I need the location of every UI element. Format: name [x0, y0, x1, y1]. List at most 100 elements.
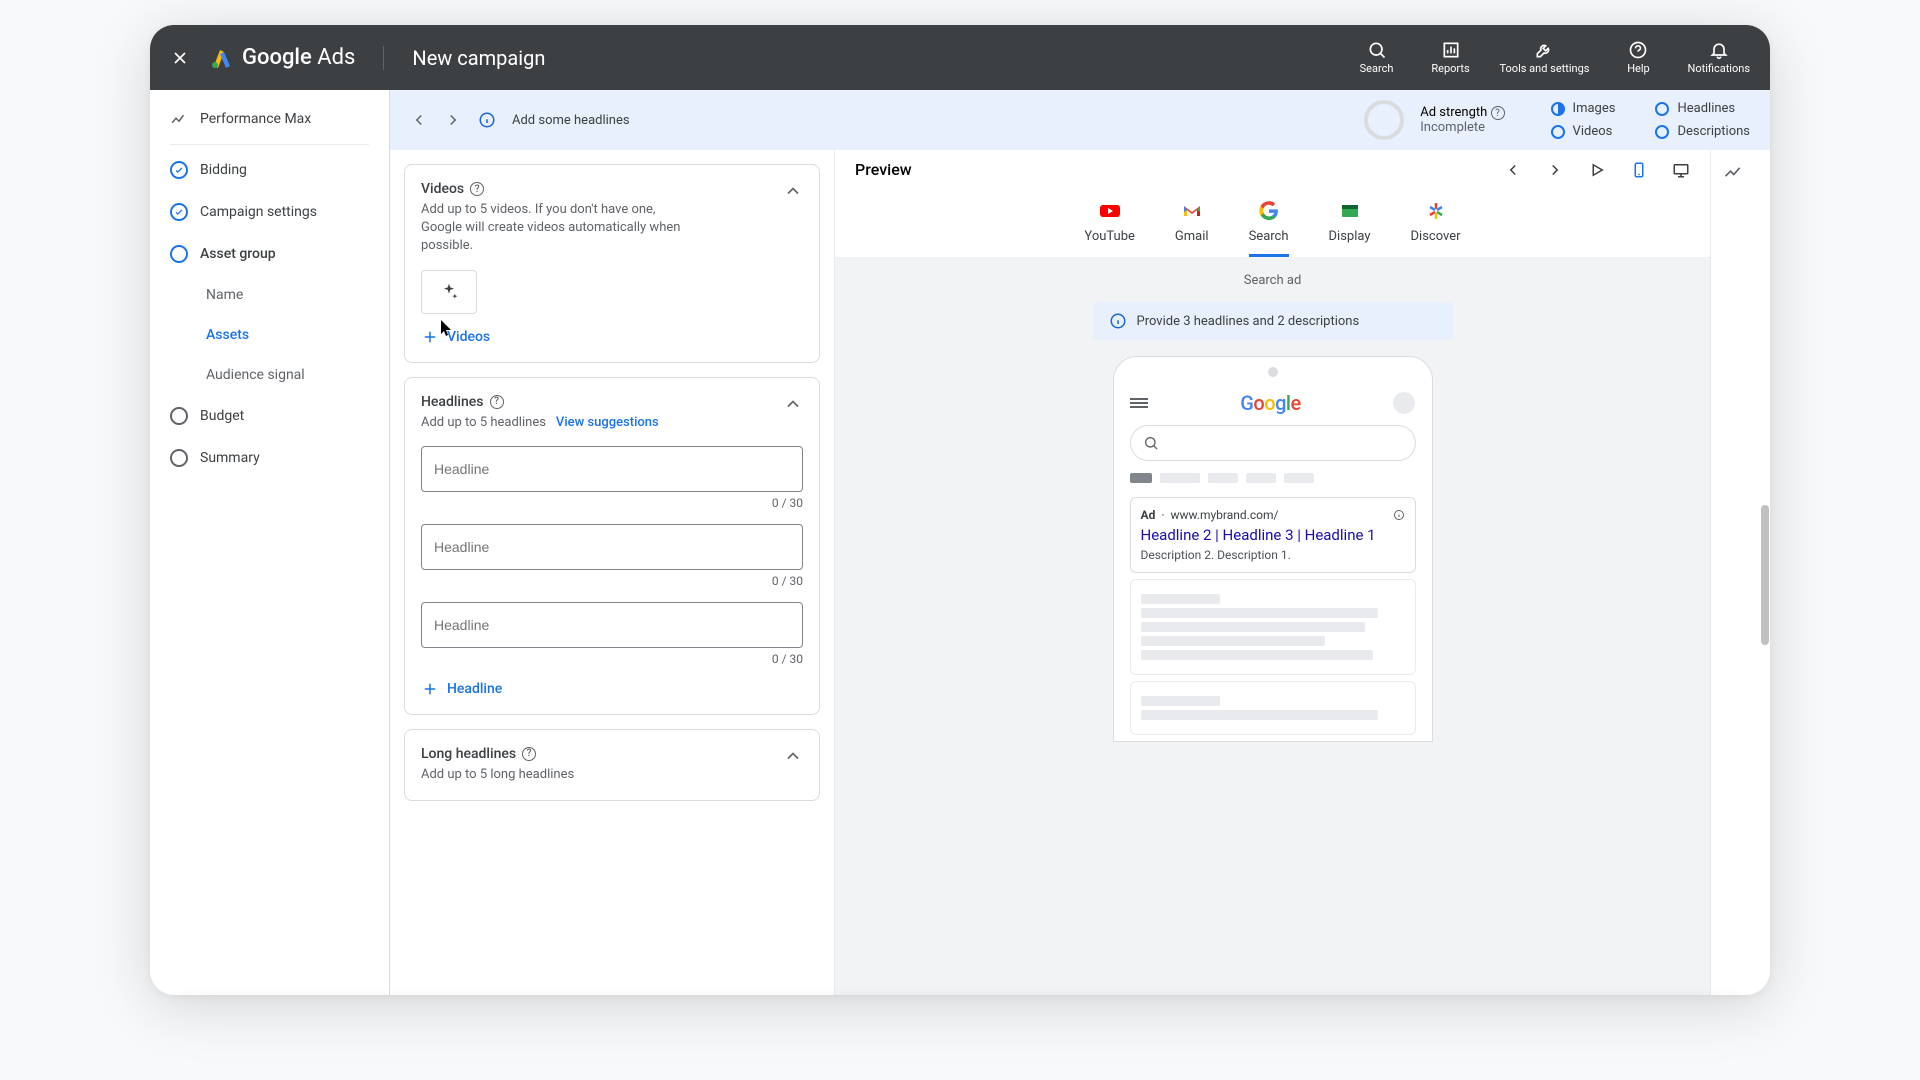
- reports-icon: [1441, 40, 1461, 60]
- prev-tip-icon[interactable]: [410, 111, 428, 129]
- help-action[interactable]: Help: [1613, 40, 1663, 75]
- check-images: Images: [1551, 101, 1616, 116]
- sidebar-sub-audience[interactable]: Audience signal: [150, 355, 389, 395]
- check-headlines: Headlines: [1655, 101, 1750, 116]
- cursor-icon: [440, 320, 452, 332]
- ad-type-label: Search ad: [851, 273, 1694, 288]
- ad-headline: Headline 2 | Headline 3 | Headline 1: [1141, 526, 1405, 544]
- strength-meter: [1364, 100, 1404, 140]
- ad-url: www.mybrand.com/: [1170, 508, 1278, 522]
- tools-action[interactable]: Tools and settings: [1500, 40, 1590, 75]
- preview-prev-icon[interactable]: [1504, 161, 1522, 179]
- sidebar-item-summary[interactable]: Summary: [150, 437, 389, 479]
- sidebar-sub-assets[interactable]: Assets: [150, 315, 389, 355]
- long-headlines-card: Long headlines? Add up to 5 long headlin…: [404, 729, 820, 801]
- ad-preview-card: Ad·www.mybrand.com/ Headline 2 | Headlin…: [1130, 497, 1416, 573]
- help-icon: [1628, 40, 1648, 60]
- wrench-icon: [1534, 40, 1554, 60]
- preview-next-icon[interactable]: [1546, 161, 1564, 179]
- info-small-icon: [1393, 509, 1405, 521]
- notifications-action[interactable]: Notifications: [1687, 40, 1750, 75]
- preview-banner: Provide 3 headlines and 2 descriptions: [1093, 302, 1453, 340]
- info-icon: [478, 111, 496, 129]
- sidebar-item-budget[interactable]: Budget: [150, 395, 389, 437]
- avatar: [1393, 392, 1415, 414]
- play-icon[interactable]: [1588, 161, 1606, 179]
- tab-display[interactable]: Display: [1329, 189, 1371, 257]
- ads-logo-icon: [210, 46, 234, 70]
- view-suggestions-link[interactable]: View suggestions: [556, 415, 659, 430]
- preview-panel: Preview YouTube Gmail Search Display Dis…: [835, 150, 1710, 995]
- result-skeleton: [1130, 579, 1416, 675]
- reports-action[interactable]: Reports: [1426, 40, 1476, 75]
- result-skeleton: [1130, 681, 1416, 735]
- page-title: New campaign: [383, 46, 545, 70]
- help-icon[interactable]: ?: [1491, 106, 1505, 120]
- headline-input-3[interactable]: [421, 602, 803, 648]
- help-icon[interactable]: ?: [522, 747, 536, 761]
- sidebar-sub-name[interactable]: Name: [150, 275, 389, 315]
- ad-strength-bar: Add some headlines Ad strength ? Incompl…: [390, 90, 1770, 150]
- collapse-icon[interactable]: [783, 394, 803, 418]
- check-icon: [170, 203, 188, 221]
- preview-title: Preview: [855, 160, 912, 179]
- google-icon: [1257, 199, 1281, 223]
- mobile-icon[interactable]: [1630, 161, 1648, 179]
- display-icon: [1338, 199, 1362, 223]
- check-icon: [170, 161, 188, 179]
- info-icon: [1109, 312, 1127, 330]
- add-videos-button[interactable]: Videos: [421, 328, 803, 346]
- next-tip-icon[interactable]: [444, 111, 462, 129]
- search-icon: [1143, 435, 1159, 451]
- help-icon[interactable]: ?: [470, 182, 484, 196]
- scrollbar-thumb[interactable]: [1761, 505, 1769, 645]
- counter-3: 0 / 30: [421, 652, 803, 666]
- phone-preview: Google Ad·www.mybrand.com/ Headline 2 | …: [1113, 356, 1433, 742]
- close-icon[interactable]: [170, 48, 190, 68]
- gmail-icon: [1180, 199, 1204, 223]
- sidebar-item-asset-group[interactable]: Asset group: [150, 233, 389, 275]
- app-topbar: Google Ads New campaign Search Reports T…: [150, 25, 1770, 90]
- headlines-card: Headlines? Add up to 5 headlinesView sug…: [404, 377, 820, 715]
- discover-icon: [1424, 199, 1448, 223]
- tab-search[interactable]: Search: [1249, 189, 1289, 257]
- google-logo: Google: [1240, 391, 1301, 415]
- step-pending-icon: [170, 449, 188, 467]
- sidebar-item-campaign-settings[interactable]: Campaign settings: [150, 191, 389, 233]
- videos-title: Videos?: [421, 181, 681, 197]
- check-videos: Videos: [1551, 124, 1616, 139]
- editor-panel: Videos? Add up to 5 videos. If you don't…: [390, 150, 835, 995]
- step-current-icon: [170, 245, 188, 263]
- trend-icon[interactable]: [1723, 162, 1743, 182]
- sidebar: Performance Max Bidding Campaign setting…: [150, 90, 390, 995]
- headlines-title: Headlines?: [421, 394, 659, 410]
- long-headlines-desc: Add up to 5 long headlines: [421, 766, 574, 784]
- youtube-icon: [1098, 199, 1122, 223]
- add-headline-button[interactable]: Headline: [421, 680, 803, 698]
- desktop-icon[interactable]: [1672, 161, 1690, 179]
- search-action[interactable]: Search: [1352, 40, 1402, 75]
- strength-label: Ad strength ? Incomplete: [1420, 105, 1504, 136]
- step-pending-icon: [170, 407, 188, 425]
- check-descriptions: Descriptions: [1655, 124, 1750, 139]
- tab-discover[interactable]: Discover: [1411, 189, 1461, 257]
- sidebar-item-bidding[interactable]: Bidding: [150, 149, 389, 191]
- collapse-icon[interactable]: [783, 181, 803, 205]
- product-logo: Google Ads: [210, 45, 355, 70]
- tab-youtube[interactable]: YouTube: [1084, 189, 1135, 257]
- search-box: [1130, 425, 1416, 461]
- tab-gmail[interactable]: Gmail: [1175, 189, 1209, 257]
- product-name: Google Ads: [242, 45, 355, 70]
- headline-input-2[interactable]: [421, 524, 803, 570]
- help-icon[interactable]: ?: [490, 395, 504, 409]
- ad-description: Description 2. Description 1.: [1141, 548, 1405, 562]
- sidebar-campaign-type[interactable]: Performance Max: [150, 98, 389, 140]
- strength-hint: Add some headlines: [512, 113, 630, 128]
- videos-desc: Add up to 5 videos. If you don't have on…: [421, 201, 681, 256]
- headlines-desc: Add up to 5 headlinesView suggestions: [421, 414, 659, 432]
- headline-input-1[interactable]: [421, 446, 803, 492]
- video-thumbnail[interactable]: [421, 270, 477, 314]
- counter-1: 0 / 30: [421, 496, 803, 510]
- counter-2: 0 / 30: [421, 574, 803, 588]
- collapse-icon[interactable]: [783, 746, 803, 770]
